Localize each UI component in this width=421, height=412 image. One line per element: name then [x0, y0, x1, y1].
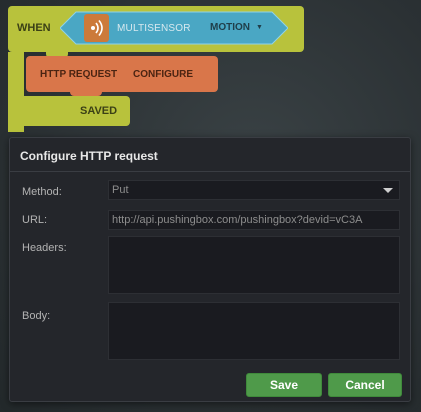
method-label: Method:: [22, 186, 62, 198]
headers-label: Headers:: [22, 242, 67, 254]
caret-down-icon: [383, 188, 393, 193]
configure-link[interactable]: CONFIGURE: [133, 69, 193, 80]
sensor-icon: [84, 14, 109, 42]
dialog-title: Configure HTTP request: [10, 138, 410, 172]
url-label: URL:: [22, 214, 48, 226]
body-textarea[interactable]: [108, 302, 400, 360]
multisensor-block[interactable]: MULTISENSOR MOTION ▼: [60, 10, 288, 46]
cancel-button[interactable]: Cancel: [328, 373, 402, 397]
event-value: MOTION: [210, 22, 250, 33]
url-input[interactable]: http://api.pushingbox.com/pushingbox?dev…: [108, 210, 400, 230]
saved-label: SAVED: [80, 105, 118, 117]
method-select[interactable]: Put: [108, 180, 400, 200]
event-dropdown[interactable]: MOTION ▼: [210, 22, 263, 33]
body-label: Body:: [22, 310, 51, 322]
save-button[interactable]: Save: [246, 373, 322, 397]
configure-http-dialog: Configure HTTP request Method: Put URL: …: [9, 137, 411, 402]
chevron-down-icon: ▼: [256, 24, 263, 31]
sensor-label: MULTISENSOR: [117, 23, 191, 34]
method-value: Put: [112, 184, 129, 196]
headers-textarea[interactable]: [108, 236, 400, 294]
block-connector: [70, 90, 102, 96]
http-request-label: HTTP REQUEST: [40, 69, 118, 80]
when-label: WHEN: [17, 22, 51, 34]
